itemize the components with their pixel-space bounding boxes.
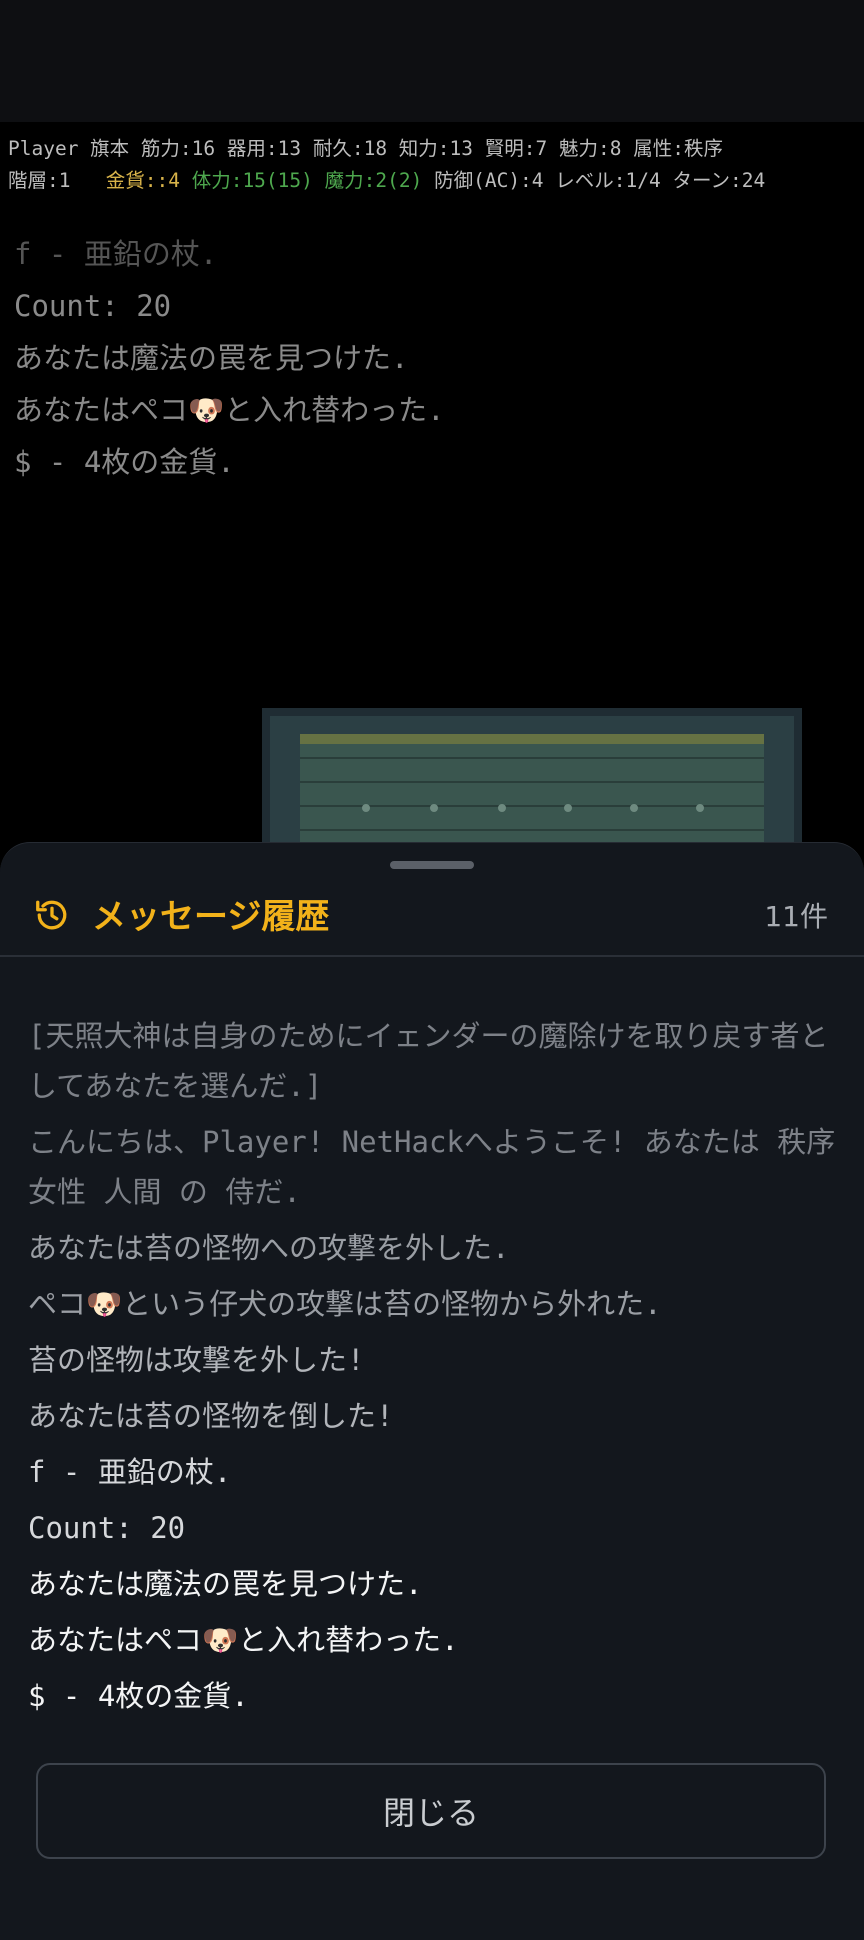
- sheet-header: メッセージ履歴 11件: [0, 869, 864, 955]
- status-hp: 体力:15(15): [191, 169, 313, 192]
- message-line: あなたはペコ🐶と入れ替わった.: [14, 393, 445, 427]
- history-icon: [36, 900, 67, 930]
- status-panel: Player 旗本 筋力:16 器用:13 耐久:18 知力:13 賢明:7 魅…: [0, 122, 864, 194]
- status-gold: 金貨::4: [105, 169, 180, 192]
- history-list[interactable]: [天照大神は自身のためにイェンダーの魔除けを取り戻す者としてあなたを選んだ.] …: [28, 1011, 838, 1727]
- divider: [0, 955, 864, 957]
- message-line: $ - 4枚の金貨.: [14, 445, 235, 479]
- history-item: 苔の怪物は攻撃を外した!: [28, 1343, 365, 1377]
- message-history-sheet: メッセージ履歴 11件 [天照大神は自身のためにイェンダーの魔除けを取り戻す者と…: [0, 842, 864, 1940]
- top-bar: [0, 0, 864, 122]
- message-line: Count: 20: [14, 289, 172, 323]
- status-vitals: 階層:1 金貨::4 体力:15(15) 魔力:2(2) 防御(AC):4 レベ…: [8, 164, 765, 193]
- map-moss: [300, 734, 764, 744]
- history-item: あなたは魔法の罠を見つけた.: [28, 1567, 423, 1601]
- close-button[interactable]: 閉じる: [36, 1763, 826, 1859]
- history-item: [天照大神は自身のためにイェンダーの魔除けを取り戻す者としてあなたを選んだ.]: [28, 1019, 829, 1103]
- status-attributes: Player 旗本 筋力:16 器用:13 耐久:18 知力:13 賢明:7 魅…: [8, 137, 723, 160]
- history-item: ペコ🐶という仔犬の攻撃は苔の怪物から外れた.: [28, 1287, 662, 1321]
- message-line: あなたは魔法の罠を見つけた.: [14, 341, 409, 375]
- history-item: こんにちは、Player! NetHackへようこそ! あなたは 秩序 女性 人…: [28, 1125, 836, 1209]
- message-count: 11件: [764, 900, 828, 933]
- history-item: あなたは苔の怪物への攻撃を外した.: [28, 1231, 510, 1265]
- history-item: Count: 20: [28, 1511, 186, 1545]
- status-rest: 防御(AC):4 レベル:1/4 ターン:24: [434, 169, 766, 192]
- dungeon-map[interactable]: [262, 708, 802, 848]
- history-item: f - 亜鉛の杖.: [28, 1455, 232, 1489]
- history-item: あなたは苔の怪物を倒した!: [28, 1399, 394, 1433]
- sheet-title: メッセージ履歴: [92, 897, 330, 937]
- message-line: f - 亜鉛の杖.: [14, 237, 218, 271]
- message-log: f - 亜鉛の杖. Count: 20 あなたは魔法の罠を見つけた. あなたはペ…: [14, 228, 445, 488]
- drag-handle[interactable]: [390, 861, 474, 869]
- status-mp: 魔力:2(2): [324, 169, 423, 192]
- status-depth: 階層:1: [8, 169, 71, 192]
- history-item: あなたはペコ🐶と入れ替わった.: [28, 1623, 459, 1657]
- history-item: $ - 4枚の金貨.: [28, 1679, 249, 1713]
